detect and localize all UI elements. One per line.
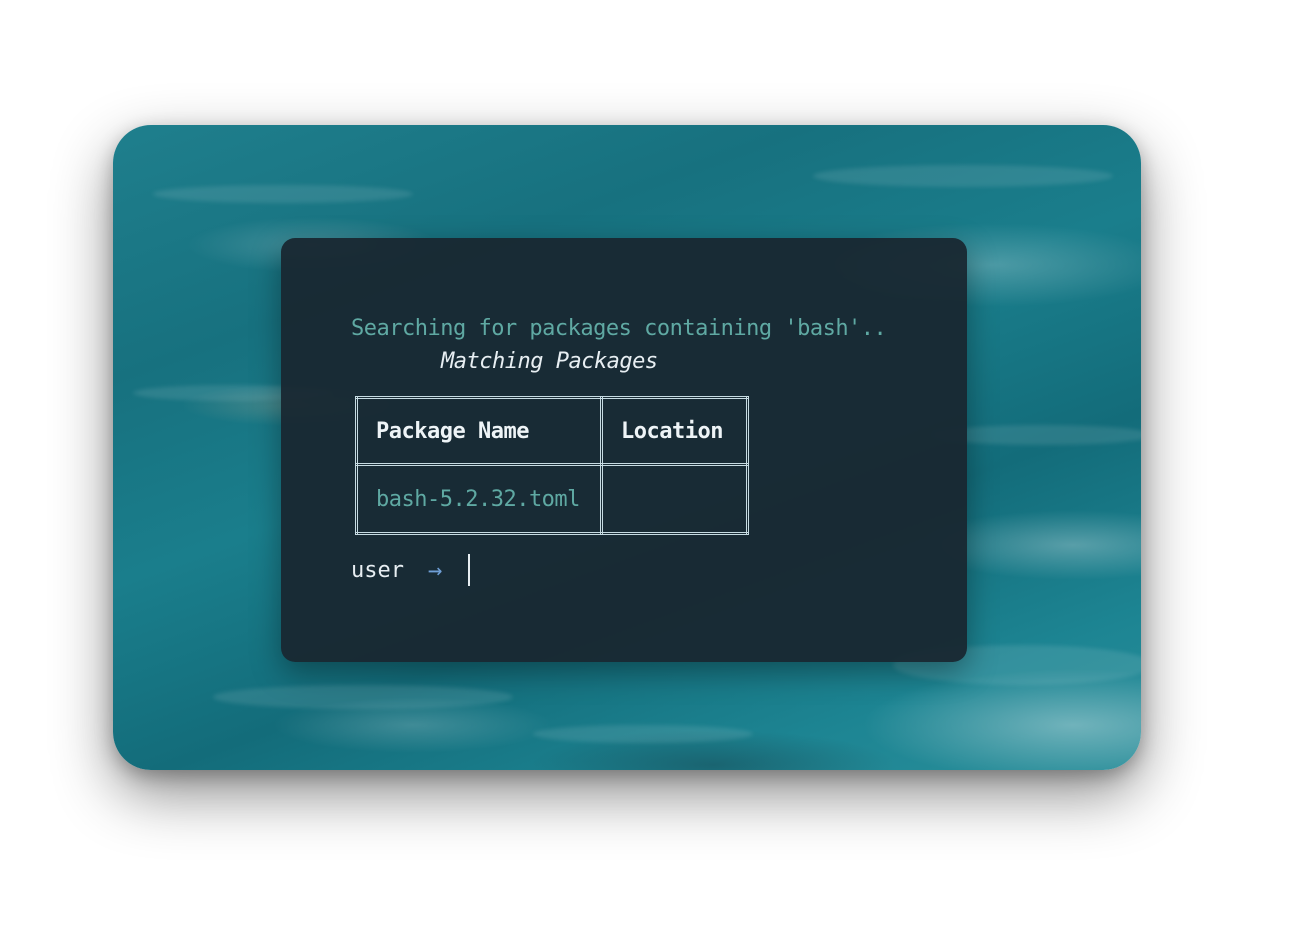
- prompt-arrow-icon: →: [427, 556, 443, 584]
- text-cursor: [468, 554, 471, 586]
- cell-location: [600, 463, 749, 535]
- prompt-user: user: [351, 557, 404, 583]
- packages-table: Package Name Location bash-5.2.32.toml: [355, 396, 749, 535]
- column-header-location: Location: [600, 396, 749, 466]
- screen: Searching for packages containing 'bash'…: [0, 0, 1316, 934]
- command-prompt[interactable]: user →: [351, 554, 471, 586]
- table-row: bash-5.2.32.toml: [355, 463, 749, 535]
- search-status-line: Searching for packages containing 'bash'…: [351, 316, 887, 341]
- cell-package-name: bash-5.2.32.toml: [355, 463, 603, 535]
- table-header-row: Package Name Location: [355, 396, 749, 466]
- table-title: Matching Packages: [441, 349, 658, 374]
- terminal-window[interactable]: Searching for packages containing 'bash'…: [281, 238, 967, 662]
- column-header-package-name: Package Name: [355, 396, 603, 466]
